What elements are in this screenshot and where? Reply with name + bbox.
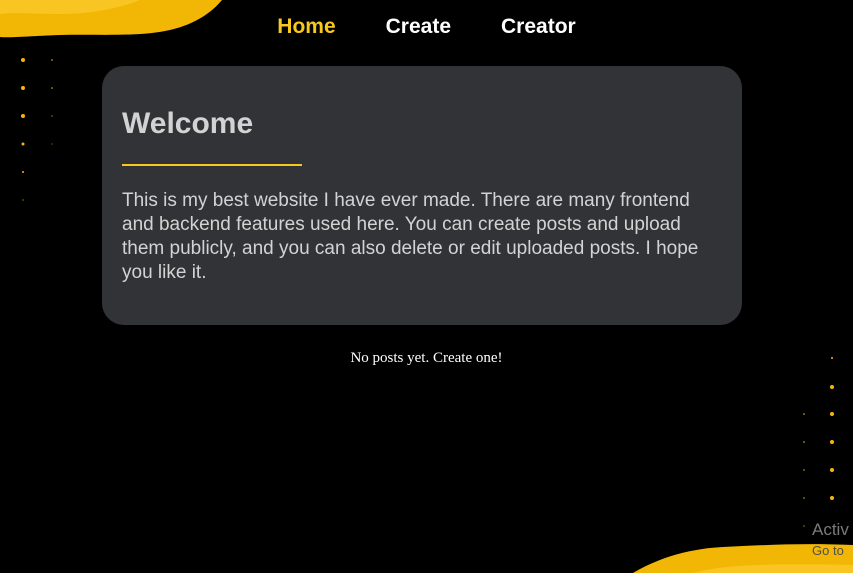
os-activation-watermark-sub: Go to bbox=[812, 543, 844, 558]
main-nav: Home Create Creator bbox=[0, 13, 853, 41]
decorative-dots-left bbox=[21, 58, 53, 201]
welcome-card: Welcome This is my best website I have e… bbox=[102, 66, 742, 325]
nav-link-creator[interactable]: Creator bbox=[476, 13, 601, 41]
os-activation-watermark: Activ bbox=[812, 520, 849, 539]
welcome-text: This is my best website I have ever made… bbox=[122, 190, 699, 283]
title-underline bbox=[122, 164, 302, 166]
welcome-title: Welcome bbox=[122, 107, 254, 140]
page: Home Create Creator Welcome This is my b… bbox=[0, 0, 853, 573]
posts-empty-message: No posts yet. Create one! bbox=[350, 350, 503, 366]
nav-link-home[interactable]: Home bbox=[252, 13, 360, 41]
decorative-dots-right bbox=[803, 357, 834, 527]
nav-link-create[interactable]: Create bbox=[361, 13, 476, 41]
